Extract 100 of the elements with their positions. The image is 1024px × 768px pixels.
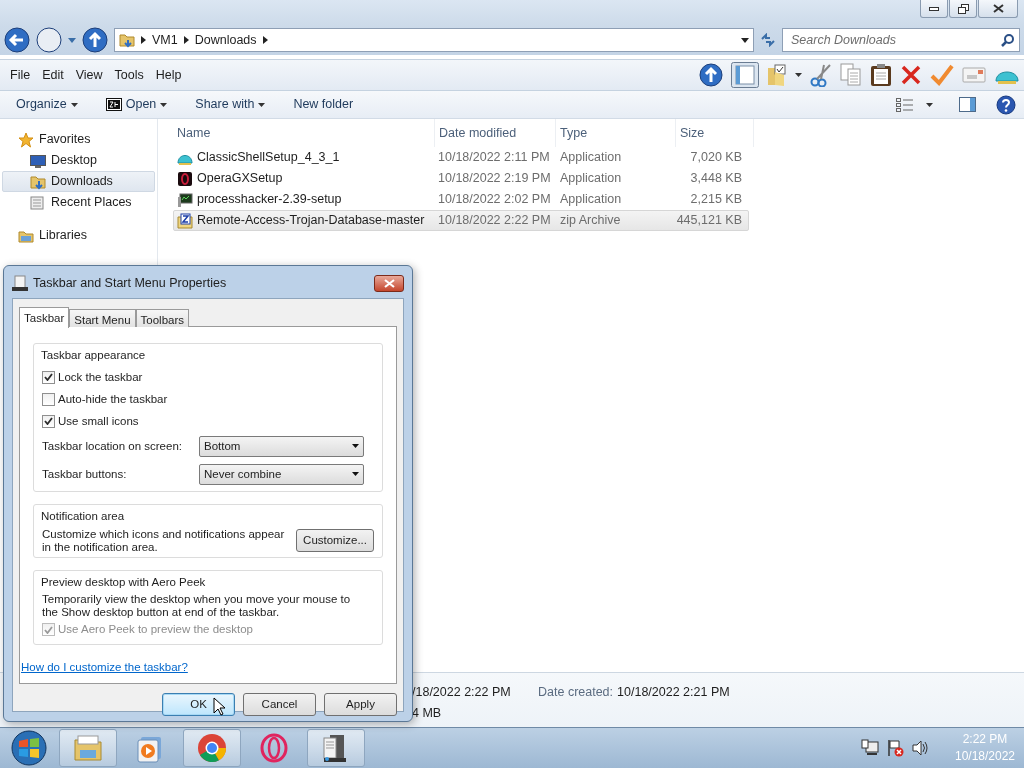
file-type: Application bbox=[559, 170, 623, 188]
detail-label: Date created: bbox=[538, 684, 614, 701]
taskbar-button[interactable] bbox=[307, 729, 365, 767]
file-row[interactable]: processhacker-2.39-setup 10/18/2022 2:02 PM Application 2,215 KB bbox=[173, 189, 749, 210]
checkbox[interactable] bbox=[42, 414, 55, 428]
file-date: 10/18/2022 2:19 PM bbox=[437, 170, 552, 188]
command-button[interactable]: Open bbox=[99, 93, 174, 116]
search-field[interactable]: Search Downloads bbox=[782, 28, 1020, 52]
file-row[interactable]: OperaGXSetup 10/18/2022 2:19 PM Application 3,448 KB bbox=[173, 168, 749, 189]
caret-icon bbox=[795, 73, 802, 77]
help-icon[interactable] bbox=[996, 94, 1016, 115]
nav-item[interactable]: Libraries bbox=[0, 225, 157, 246]
caret-icon bbox=[926, 102, 933, 107]
file-size: 2,215 KB bbox=[689, 191, 742, 209]
delete-icon[interactable] bbox=[900, 64, 922, 86]
close-icon bbox=[383, 278, 395, 288]
dropdown[interactable]: Never combine bbox=[199, 463, 364, 485]
taskbar-icon bbox=[12, 275, 28, 291]
tab[interactable]: Toolbars bbox=[135, 309, 189, 327]
dialog-button[interactable]: Apply bbox=[324, 693, 397, 716]
customize-button[interactable]: Customize... bbox=[296, 529, 374, 552]
check-icon bbox=[44, 373, 53, 382]
file-name: OperaGXSetup bbox=[197, 170, 283, 188]
back-icon[interactable] bbox=[4, 27, 30, 53]
detail-value: 10/18/2022 2:21 PM bbox=[617, 684, 730, 701]
checkbox-label: Use small icons bbox=[58, 413, 139, 429]
column-header[interactable]: Type bbox=[556, 119, 676, 147]
dialog-button[interactable]: OK bbox=[162, 693, 235, 716]
menu-item[interactable]: View bbox=[69, 63, 109, 87]
forward-icon[interactable] bbox=[36, 27, 62, 53]
breadcrumb-item[interactable]: Downloads bbox=[194, 30, 257, 50]
field-label: Taskbar buttons: bbox=[42, 466, 128, 482]
minimize-icon bbox=[929, 6, 939, 11]
menu-item[interactable]: Help bbox=[149, 63, 188, 87]
nav-item[interactable]: Favorites bbox=[0, 129, 157, 150]
monitor-icon bbox=[177, 191, 193, 208]
menu-item[interactable]: Tools bbox=[108, 63, 150, 87]
column-header[interactable]: Size bbox=[676, 119, 754, 147]
command-button[interactable]: Share with bbox=[189, 93, 272, 116]
column-header[interactable]: Name bbox=[173, 119, 435, 147]
folder-icon bbox=[72, 732, 104, 764]
close-button[interactable] bbox=[374, 274, 404, 292]
restore-icon bbox=[957, 3, 969, 14]
envelope-icon[interactable] bbox=[962, 66, 986, 84]
volume-icon[interactable] bbox=[911, 739, 929, 757]
checkbox-label: Lock the taskbar bbox=[58, 369, 143, 385]
dialog-button[interactable]: Cancel bbox=[243, 693, 316, 716]
field-label: Taskbar location on screen: bbox=[42, 438, 183, 454]
cursor-icon bbox=[213, 697, 225, 716]
nav-item[interactable]: Desktop bbox=[0, 150, 157, 171]
document-icon bbox=[30, 194, 46, 211]
breadcrumb-item[interactable]: VM1 bbox=[152, 30, 178, 50]
close-icon bbox=[992, 4, 1004, 13]
tab[interactable]: Start Menu bbox=[69, 309, 136, 327]
file-row[interactable]: Remote-Access-Trojan-Database-master 10/18/2022 2:22 PM zip Archive 445,121 KB bbox=[173, 210, 749, 231]
chevron-icon bbox=[183, 36, 189, 44]
archive-icon bbox=[105, 98, 122, 111]
checkbox-label: Use Aero Peek to preview the desktop bbox=[58, 622, 253, 638]
address-bar[interactable]: VM1 Downloads bbox=[114, 28, 754, 52]
star-icon bbox=[18, 131, 34, 148]
view-icon[interactable] bbox=[896, 97, 914, 112]
file-size: 445,121 KB bbox=[675, 212, 742, 230]
file-row[interactable]: ClassicShellSetup_4_3_1 10/18/2022 2:11 PM Application 7,020 KB bbox=[173, 147, 749, 168]
preview-pane-icon[interactable] bbox=[959, 97, 976, 112]
flag-icon[interactable] bbox=[886, 739, 904, 757]
tab[interactable]: Taskbar bbox=[19, 307, 70, 328]
dropdown[interactable]: Bottom bbox=[199, 435, 364, 457]
menu-item[interactable]: Edit bbox=[36, 63, 70, 87]
caret-icon bbox=[352, 444, 359, 449]
up-icon[interactable] bbox=[82, 27, 108, 53]
desktop-icon bbox=[30, 152, 46, 169]
caret-icon[interactable] bbox=[741, 37, 749, 43]
network-icon[interactable] bbox=[861, 739, 879, 757]
nav-item[interactable]: Downloads bbox=[2, 171, 155, 192]
command-button[interactable]: Organize bbox=[10, 93, 84, 116]
refresh-icon[interactable] bbox=[760, 33, 776, 47]
checkbox[interactable] bbox=[42, 392, 55, 406]
file-date: 10/18/2022 2:11 PM bbox=[437, 149, 551, 167]
chrome-icon bbox=[196, 732, 228, 764]
command-button[interactable]: New folder bbox=[287, 93, 360, 116]
search-icon[interactable] bbox=[1001, 34, 1014, 47]
panel-icon[interactable] bbox=[731, 62, 759, 88]
menu-item[interactable]: File bbox=[4, 63, 37, 87]
folder-icon[interactable] bbox=[767, 64, 787, 86]
scissors-icon[interactable] bbox=[810, 63, 832, 87]
column-header[interactable]: Date modified bbox=[435, 119, 556, 147]
file-date: 10/18/2022 2:02 PM bbox=[437, 191, 552, 209]
checkmark-icon[interactable] bbox=[930, 64, 954, 86]
help-link[interactable]: How do I customize the taskbar? bbox=[21, 660, 188, 673]
up-icon[interactable] bbox=[699, 63, 723, 87]
clipboard-icon[interactable] bbox=[870, 63, 892, 87]
checkbox-label: Auto-hide the taskbar bbox=[58, 391, 168, 407]
description: Customize which icons and notifications appear in the notification area. bbox=[42, 527, 286, 554]
archive-icon bbox=[177, 212, 193, 229]
restore-button[interactable] bbox=[949, 0, 977, 18]
minimize-button[interactable] bbox=[920, 0, 948, 18]
opera-icon bbox=[177, 170, 193, 187]
nav-item[interactable]: Recent Places bbox=[0, 192, 157, 213]
close-button[interactable] bbox=[978, 0, 1018, 18]
checkbox[interactable] bbox=[42, 370, 55, 384]
